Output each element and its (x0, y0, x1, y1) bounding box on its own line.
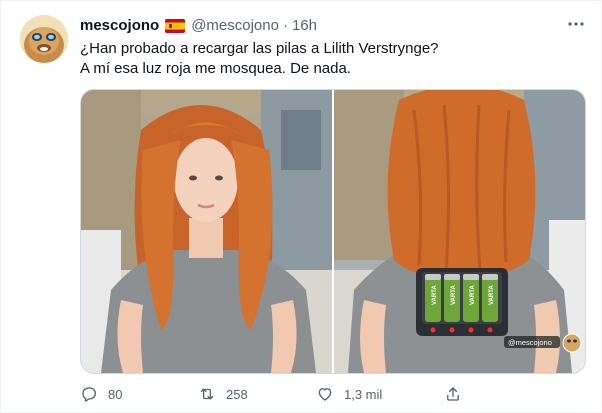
tweet-text: ¿Han probado a recargar las pilas a Lili… (80, 39, 580, 79)
more-icon[interactable] (567, 15, 585, 33)
reply-count: 80 (108, 386, 123, 402)
reply-icon (82, 387, 97, 402)
author-name[interactable]: mescojono (80, 16, 159, 36)
like-count: 1,3 mil (344, 386, 383, 402)
share-icon (447, 387, 459, 401)
media-photo-back[interactable]: VARTA VARTA VARTA VARTA @mescojono (334, 90, 585, 373)
spain-flag-icon (165, 19, 186, 33)
woman-front-image (81, 90, 332, 373)
battery-label-3: VARTA (470, 285, 476, 305)
separator-dot: · (282, 17, 288, 34)
avatar[interactable] (20, 15, 68, 63)
tweet-media[interactable]: VARTA VARTA VARTA VARTA @mescojono (80, 89, 586, 374)
like-button[interactable]: 1,3 mil (316, 385, 444, 403)
battery-label-2: VARTA (451, 285, 457, 305)
author-handle[interactable]: @mescojono (191, 16, 279, 36)
reply-button[interactable]: 80 (80, 385, 198, 403)
tweet-actions: 80 258 1,3 mil (80, 385, 520, 403)
media-photo-front[interactable] (81, 90, 332, 373)
woman-back-image: VARTA VARTA VARTA VARTA @mescojono (334, 90, 585, 373)
tweet-timestamp[interactable]: 16h (292, 16, 317, 36)
battery-label-1: VARTA (432, 285, 438, 305)
avatar-image (20, 15, 68, 63)
media-watermark: @mescojono (508, 338, 552, 347)
battery-label-4: VARTA (489, 285, 495, 305)
retweet-icon (200, 388, 214, 400)
tweet-card[interactable]: mescojono @mescojono · 16h ¿Han probado … (0, 0, 602, 413)
retweet-count: 258 (226, 386, 248, 402)
share-button[interactable] (444, 385, 462, 403)
tweet-text-line-2: A mí esa luz roja me mosquea. De nada. (80, 60, 351, 77)
tweet-text-line-1: ¿Han probado a recargar las pilas a Lili… (80, 40, 439, 57)
like-icon (318, 388, 332, 401)
tweet-header: mescojono @mescojono · 16h (80, 16, 317, 36)
retweet-button[interactable]: 258 (198, 385, 316, 403)
